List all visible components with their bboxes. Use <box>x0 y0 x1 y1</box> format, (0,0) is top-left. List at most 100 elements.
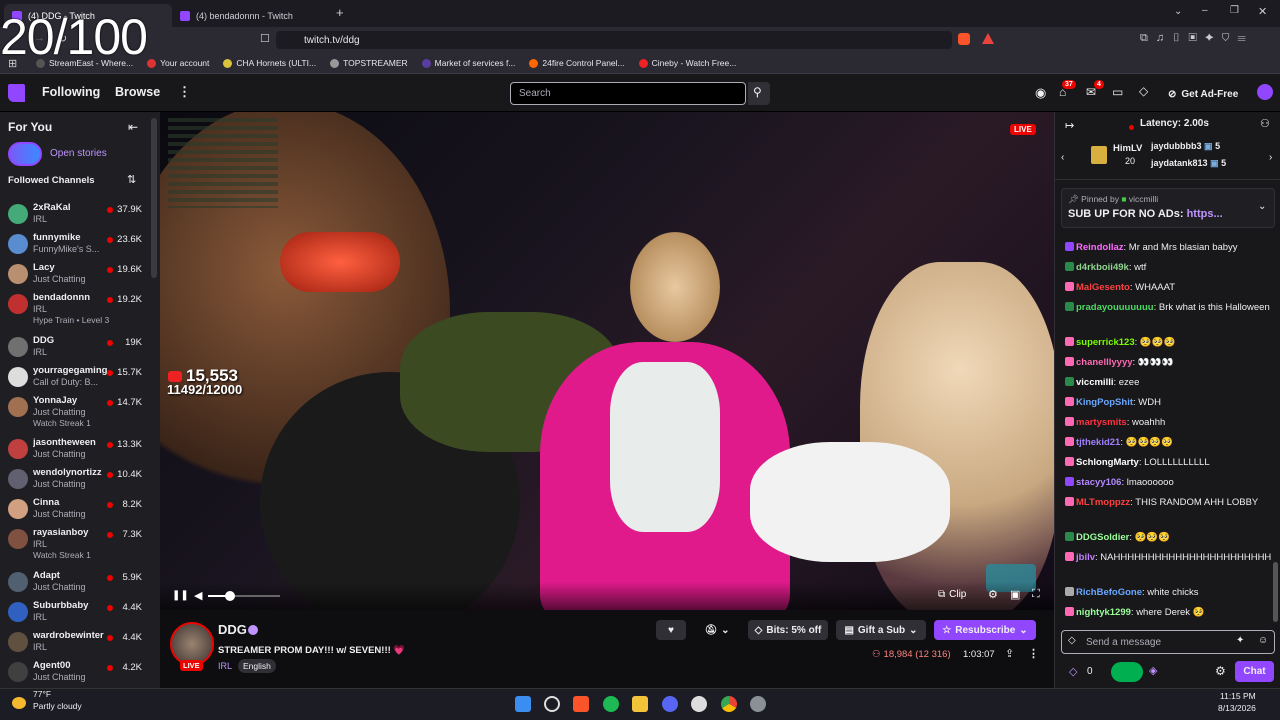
channel-points-icon[interactable]: ◇ <box>1069 665 1077 678</box>
new-tab-button[interactable]: + <box>336 5 344 20</box>
chat-scrollbar[interactable] <box>1273 562 1278 622</box>
brave-browser-icon[interactable] <box>573 696 589 712</box>
settings-icon[interactable] <box>750 696 766 712</box>
chevron-right-icon[interactable]: › <box>1269 152 1272 163</box>
sidebar-item-wardrobewinter[interactable]: wardrobewinter IRL 4.4K <box>0 627 160 657</box>
bookmark-item[interactable]: CHA Hornets (ULTI... <box>223 58 316 68</box>
get-ad-free-button[interactable]: ⊘ Get Ad-Free <box>1162 84 1246 104</box>
volume-icon[interactable]: ◀ <box>194 589 202 602</box>
sort-icon[interactable]: ⇅ <box>127 173 136 186</box>
theatre-mode-icon[interactable]: ▣ <box>1010 588 1020 601</box>
resubscribe-button[interactable]: ☆ Resubscribe ⌄ <box>934 620 1036 640</box>
chat-username[interactable]: nightyk1299 <box>1076 607 1131 618</box>
chat-send-button[interactable]: Chat <box>1235 661 1274 682</box>
chat-username[interactable]: d4rkboii49k <box>1076 262 1129 273</box>
spotify-icon[interactable] <box>603 696 619 712</box>
pause-button[interactable]: ❚❚ <box>172 590 189 601</box>
clip-button[interactable]: ⧉ Clip <box>938 589 966 600</box>
minimize-button[interactable]: – <box>1202 5 1208 16</box>
open-stories-link[interactable]: Open stories <box>50 148 107 159</box>
pinned-message[interactable]: 📌︎ Pinned by ■ viccmilli SUB UP FOR NO A… <box>1061 188 1275 228</box>
collapse-sidebar-icon[interactable]: ⇤ <box>128 120 138 134</box>
sidebar-item-suburbbaby[interactable]: Suburbbaby IRL 4.4K <box>0 597 160 627</box>
sidebar-item-ddg[interactable]: DDG IRL 19K <box>0 332 160 362</box>
maximize-button[interactable]: ❐ <box>1230 5 1239 16</box>
sidebar-item-agent00[interactable]: Agent00 Just Chatting 4.2K <box>0 657 160 687</box>
more-options-icon[interactable]: ⋮ <box>1028 647 1039 660</box>
clock-date[interactable]: 8/13/2026 <box>1218 703 1256 713</box>
chat-username[interactable]: stacyy106 <box>1076 477 1121 488</box>
chat-username[interactable]: Reindollaz <box>1076 242 1124 253</box>
language-tag[interactable]: English <box>238 659 276 673</box>
predictions-icon[interactable]: ◈ <box>1149 664 1157 677</box>
channel-name[interactable]: DDG <box>218 622 247 637</box>
bookmark-item[interactable]: 24fire Control Panel... <box>529 58 625 68</box>
video-player[interactable]: LIVE 15,553 11492/12000 ❚❚ ◀ ⧉ Clip ⚙ ▣ ⛶ <box>160 112 1054 610</box>
chevron-down-icon[interactable]: ⌄ <box>1258 201 1266 212</box>
weather-desc[interactable]: Partly cloudy <box>33 701 82 711</box>
settings-gear-icon[interactable]: ⚙ <box>988 588 998 601</box>
chat-username[interactable]: martysmits <box>1076 417 1127 428</box>
sidebar-item-wendolynortizz[interactable]: wendolynortizz Just Chatting 10.4K <box>0 464 160 494</box>
prime-crown-icon[interactable]: ◉ <box>1035 85 1046 101</box>
chat-settings-gear-icon[interactable]: ⚙ <box>1215 664 1226 678</box>
chevron-down-icon[interactable]: ⌄ <box>1174 6 1182 17</box>
gift-sub-button[interactable]: ▤ Gift a Sub ⌄ <box>836 620 926 640</box>
chat-username[interactable]: KingPopShit <box>1076 397 1133 408</box>
sidebar-item-bendadonnn[interactable]: bendadonnn IRL 19.2K Hype Train • Level 3 <box>0 289 160 325</box>
bits-button[interactable]: ◇ Bits: 5% off <box>748 620 828 640</box>
sidebar-item-cinna[interactable]: Cinna Just Chatting 8.2K <box>0 494 160 524</box>
community-icon[interactable]: ⚇ <box>1260 117 1270 130</box>
bookmark-item[interactable]: TOPSTREAMER <box>330 58 408 68</box>
app-icon[interactable] <box>691 696 707 712</box>
brave-shield-icon[interactable] <box>958 33 970 45</box>
close-window-button[interactable]: ✕ <box>1258 5 1267 18</box>
bookmark-item[interactable]: Cineby - Watch Free... <box>638 58 736 68</box>
extensions-icons[interactable]: ⧉♫▯▣✦⛉☰ <box>1140 32 1254 45</box>
bookmark-icon[interactable]: ☐ <box>260 32 270 45</box>
sidebar-item-adapt[interactable]: Adapt Just Chatting 5.9K <box>0 567 160 597</box>
bookmark-item[interactable]: Market of services f... <box>421 58 515 68</box>
sidebar-scrollbar[interactable] <box>151 118 157 278</box>
chat-username[interactable]: SchlongMarty <box>1076 457 1139 468</box>
discord-icon[interactable] <box>662 696 678 712</box>
bookmark-item[interactable]: Your account <box>147 58 209 68</box>
chat-username[interactable]: tjthekid21 <box>1076 437 1120 448</box>
file-explorer-icon[interactable] <box>632 696 648 712</box>
emote-picker-icon[interactable]: ☺ <box>1258 635 1268 646</box>
clock-time[interactable]: 11:15 PM <box>1220 691 1256 701</box>
chat-username[interactable]: MLTmoppzz <box>1076 497 1130 508</box>
pinned-link[interactable]: https... <box>1187 208 1223 220</box>
twitch-logo-icon[interactable] <box>8 84 25 102</box>
category-link[interactable]: IRL <box>218 661 232 671</box>
sidebar-item-yonnajay[interactable]: YonnaJay Just Chatting 14.7K Watch Streak 1 <box>0 392 160 428</box>
fullscreen-icon[interactable]: ⛶ <box>1032 588 1040 601</box>
share-icon[interactable]: ⇪ <box>1005 647 1014 660</box>
sidebar-item-yourragegaming[interactable]: yourragegaming Call of Duty: B... 15.7K <box>0 362 160 392</box>
weather-temp[interactable]: 77°F <box>33 689 51 699</box>
search-button[interactable]: ⚲ <box>748 82 770 105</box>
start-icon[interactable] <box>515 696 531 712</box>
avatar[interactable] <box>1257 84 1273 100</box>
chat-username[interactable]: pradayouuuuuuu <box>1076 302 1154 313</box>
collapse-chat-icon[interactable]: ↦ <box>1065 119 1074 132</box>
url-field[interactable]: twitch.tv/ddg <box>276 31 952 49</box>
chat-username[interactable]: chanelllyyyy <box>1076 357 1133 368</box>
magic-icon[interactable]: ✦ <box>1236 635 1244 646</box>
sidebar-item-2xrakai[interactable]: 2xRaKaI IRL 37.9K <box>0 199 160 229</box>
chevron-left-icon[interactable]: ‹ <box>1061 152 1064 163</box>
taskbar-search-icon[interactable] <box>544 696 560 712</box>
stories-avatars[interactable] <box>8 142 42 166</box>
browse-link[interactable]: Browse <box>115 85 160 99</box>
volume-slider[interactable] <box>208 591 280 601</box>
follow-heart-button[interactable]: ♥ <box>656 620 686 640</box>
notifications-toggle[interactable]: 🔕︎ ⌄ <box>694 620 740 640</box>
claim-bonus-button[interactable] <box>1111 662 1143 682</box>
sidebar-item-funnymike[interactable]: funnymike FunnyMike's S... 23.6K <box>0 229 160 259</box>
bits-icon[interactable]: ◇ <box>1139 84 1148 98</box>
sidebar-item-rayasianboy[interactable]: rayasianboy IRL 7.3K Watch Streak 1 <box>0 524 160 560</box>
chat-username[interactable]: RichBefoGone <box>1076 587 1142 598</box>
chat-username[interactable]: viccmilli <box>1076 377 1114 388</box>
chat-username[interactable]: jbilv <box>1076 552 1095 563</box>
sidebar-item-lacy[interactable]: Lacy Just Chatting 19.6K <box>0 259 160 289</box>
